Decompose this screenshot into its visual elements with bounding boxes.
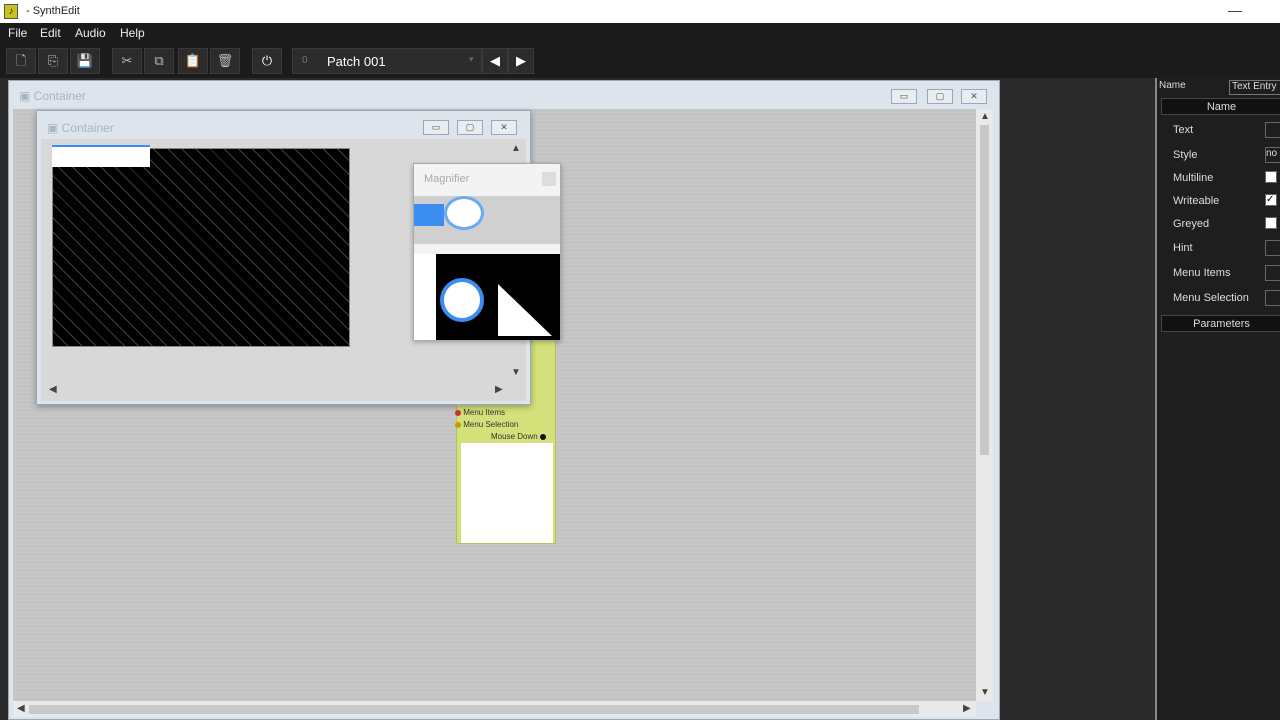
pin-mouse-down[interactable]: Mouse Down [491,432,546,441]
close-icon[interactable] [542,172,556,186]
window-title: ▣ Container [19,89,86,103]
row-writeable: Writeable [1173,195,1220,207]
text-entry-box[interactable] [52,145,150,167]
save-icon[interactable]: 💾 [70,48,100,74]
name-column-header: Name [1161,98,1280,115]
menu-help[interactable]: Help [120,26,145,40]
parameters-header: Parameters [1161,315,1280,332]
panel-graphic[interactable] [52,148,350,347]
pin-menu-items[interactable]: Menu Items [455,408,505,417]
patch-number: 0 [302,55,308,66]
maximize-icon[interactable]: ▢ [457,120,483,135]
menu-edit[interactable]: Edit [40,26,61,40]
copy-icon[interactable]: ⧉ [144,48,174,74]
properties-panel: Name Text Entry Name Text Style no Multi… [1155,78,1280,720]
minimize-icon[interactable]: ▭ [891,89,917,104]
minimize-button[interactable]: — [1228,2,1242,18]
power-icon[interactable]: ⏻ [252,48,282,74]
new-file-icon[interactable]: 🗋 [6,48,36,74]
magnifier-window: Magnifier [413,163,561,340]
row-hint: Hint [1173,242,1193,254]
module-body [461,443,553,543]
magnified-view-bottom [414,254,560,340]
chevron-down-icon: ▾ [469,54,474,64]
open-file-icon[interactable]: ⎘ [38,48,68,74]
maximize-icon[interactable]: ▢ [927,89,953,104]
menu-audio[interactable]: Audio [75,26,106,40]
pin-menu-selection[interactable]: Menu Selection [455,420,518,429]
row-greyed: Greyed [1173,218,1210,230]
next-patch-icon[interactable]: ▶ [508,48,534,74]
row-multiline: Multiline [1173,172,1214,184]
name-field[interactable]: Text Entry [1229,80,1280,95]
previous-patch-icon[interactable]: ◀ [482,48,508,74]
magnifier-title: Magnifier [424,173,470,185]
cut-icon[interactable]: ✂ [112,48,142,74]
hint-field[interactable] [1265,240,1280,256]
row-style: Style [1173,149,1198,161]
patch-name: Patch 001 [327,54,386,69]
style-field[interactable]: no [1265,147,1280,163]
magnified-view-top [414,196,560,244]
title-bar: ♪ - SynthEdit — [0,0,1280,23]
writeable-checkbox[interactable]: ✓ [1265,194,1277,206]
menu-items-field[interactable] [1265,265,1280,281]
row-text: Text [1173,124,1194,136]
menu-file[interactable]: File [8,26,27,40]
delete-icon[interactable]: 🗑 [210,48,240,74]
horizontal-scrollbar[interactable]: ◀ ▶ [13,701,976,717]
menu-bar: File Edit Audio Help [0,23,1280,44]
menu-selection-field[interactable] [1265,290,1280,306]
app-title: - SynthEdit [26,5,80,17]
name-label: Name [1159,80,1186,91]
row-menu-items: Menu Items [1173,267,1231,279]
window-title: ▣ Container [47,121,114,135]
greyed-checkbox[interactable] [1265,217,1277,229]
patch-selector[interactable]: 0 Patch 001 ▾ [292,48,482,74]
text-field[interactable] [1265,122,1280,138]
minimize-icon[interactable]: ▭ [423,120,449,135]
vertical-scrollbar[interactable]: ▲ ▼ [976,109,993,701]
toolbar: 🗋 ⎘ 💾 ✂ ⧉ 📋 🗑 ⏻ 0 Patch 001 ▾ ◀ ▶ [0,44,1280,78]
app-icon: ♪ [4,4,18,19]
close-icon[interactable]: ✕ [491,120,517,135]
paste-icon[interactable]: 📋 [178,48,208,74]
row-menu-selection: Menu Selection [1173,292,1249,304]
multiline-checkbox[interactable] [1265,171,1277,183]
close-icon[interactable]: ✕ [961,89,987,104]
